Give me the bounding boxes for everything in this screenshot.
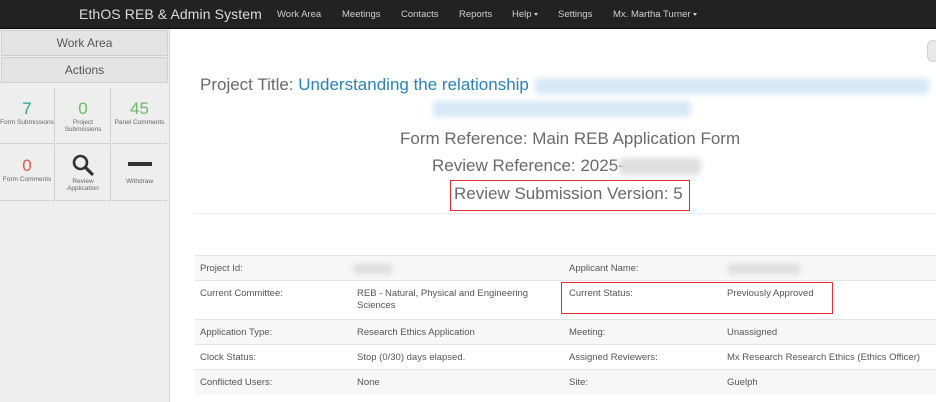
meeting-value: Unassigned: [727, 327, 778, 338]
section-divider: [195, 213, 936, 214]
left-sidebar: Work Area Actions 7 Form Submissions 0 P…: [0, 29, 170, 402]
actions-header[interactable]: Actions: [1, 57, 168, 83]
magnifier-icon: [56, 153, 110, 177]
conflicted-users-key: Conflicted Users:: [200, 377, 273, 388]
table-row: Project Id: Applicant Name:: [195, 255, 936, 280]
withdraw-label: Withdraw: [125, 178, 154, 185]
project-submissions-label: Project Submissions: [64, 119, 102, 133]
user-name: Mx. Martha Turner: [613, 9, 691, 20]
committee-value: REB - Natural, Physical and Engineering …: [357, 288, 529, 311]
form-comments-tile[interactable]: 0 Form Comments: [0, 145, 55, 201]
applicant-name-key: Applicant Name:: [569, 263, 639, 274]
main-content: Project Title: Understanding the relatio…: [171, 29, 936, 402]
review-application-label: Review Application: [67, 178, 99, 192]
panel-comments-count: 45: [130, 99, 149, 118]
app-brand[interactable]: EthOS REB & Admin System: [79, 6, 262, 22]
meeting-key: Meeting:: [569, 327, 606, 338]
committee-key: Current Committee:: [200, 288, 283, 299]
clock-status-key: Clock Status:: [200, 352, 256, 363]
review-application-tile[interactable]: Review Application: [56, 145, 111, 201]
table-row: Clock Status: Stop (0/30) days elapsed. …: [195, 344, 936, 369]
nav-user-menu[interactable]: Mx. Martha Turner: [613, 9, 697, 20]
redacted-review-number: [619, 158, 701, 175]
table-row: Conflicted Users: None Site: Guelph: [195, 369, 936, 395]
status-highlight-box: [561, 282, 833, 314]
redacted-applicant-name: [727, 264, 801, 274]
project-id-key: Project Id:: [200, 263, 243, 274]
site-key: Site:: [569, 377, 589, 388]
chevron-down-icon: [692, 12, 697, 16]
nav-help[interactable]: Help: [512, 9, 538, 20]
assigned-reviewers-value: Mx Research Research Ethics (Ethics Offi…: [727, 352, 921, 363]
review-reference: Review Reference: 2025-: [432, 156, 624, 175]
nav-help-label: Help: [512, 9, 532, 20]
application-type-value: Research Ethics Application: [357, 327, 475, 338]
work-area-header[interactable]: Work Area: [1, 30, 168, 56]
nav-reports[interactable]: Reports: [459, 9, 492, 20]
form-reference: Form Reference: Main REB Application For…: [400, 129, 741, 148]
panel-comments-label: Panel Comments: [114, 119, 165, 126]
nav-work-area[interactable]: Work Area: [277, 9, 321, 20]
project-title-link[interactable]: Understanding the relationship: [298, 75, 529, 94]
form-comments-count: 0: [22, 156, 32, 175]
project-submissions-tile[interactable]: 0 Project Submissions: [56, 88, 111, 144]
form-submissions-label: Form Submissions: [0, 119, 54, 126]
application-type-key: Application Type:: [200, 327, 273, 338]
nav-meetings[interactable]: Meetings: [342, 9, 381, 20]
table-row: Application Type: Research Ethics Applic…: [195, 319, 936, 344]
conflicted-users-value: None: [357, 377, 380, 388]
top-navbar: EthOS REB & Admin System Work Area Meeti…: [0, 0, 936, 29]
form-submissions-count: 7: [22, 99, 32, 118]
chevron-down-icon: [533, 12, 538, 16]
form-comments-label: Form Comments: [2, 176, 52, 183]
highlight-box: [450, 180, 690, 211]
project-title-label: Project Title:: [200, 75, 294, 94]
panel-comments-tile[interactable]: 45 Panel Comments: [112, 88, 167, 144]
redacted-project-id: [353, 264, 393, 274]
redacted-title-line2: [433, 101, 691, 117]
site-value: Guelph: [727, 377, 758, 388]
scroll-handle[interactable]: [927, 40, 936, 62]
nav-contacts[interactable]: Contacts: [401, 9, 439, 20]
minus-icon: [112, 153, 167, 177]
form-submissions-tile[interactable]: 7 Form Submissions: [0, 88, 55, 144]
nav-settings[interactable]: Settings: [558, 9, 592, 20]
project-title: Project Title: Understanding the relatio…: [200, 75, 529, 95]
clock-status-value: Stop (0/30) days elapsed.: [357, 352, 466, 363]
redacted-title-part: [535, 78, 929, 94]
assigned-reviewers-key: Assigned Reviewers:: [569, 352, 658, 363]
withdraw-tile[interactable]: Withdraw: [112, 145, 167, 201]
project-submissions-count: 0: [78, 99, 88, 118]
